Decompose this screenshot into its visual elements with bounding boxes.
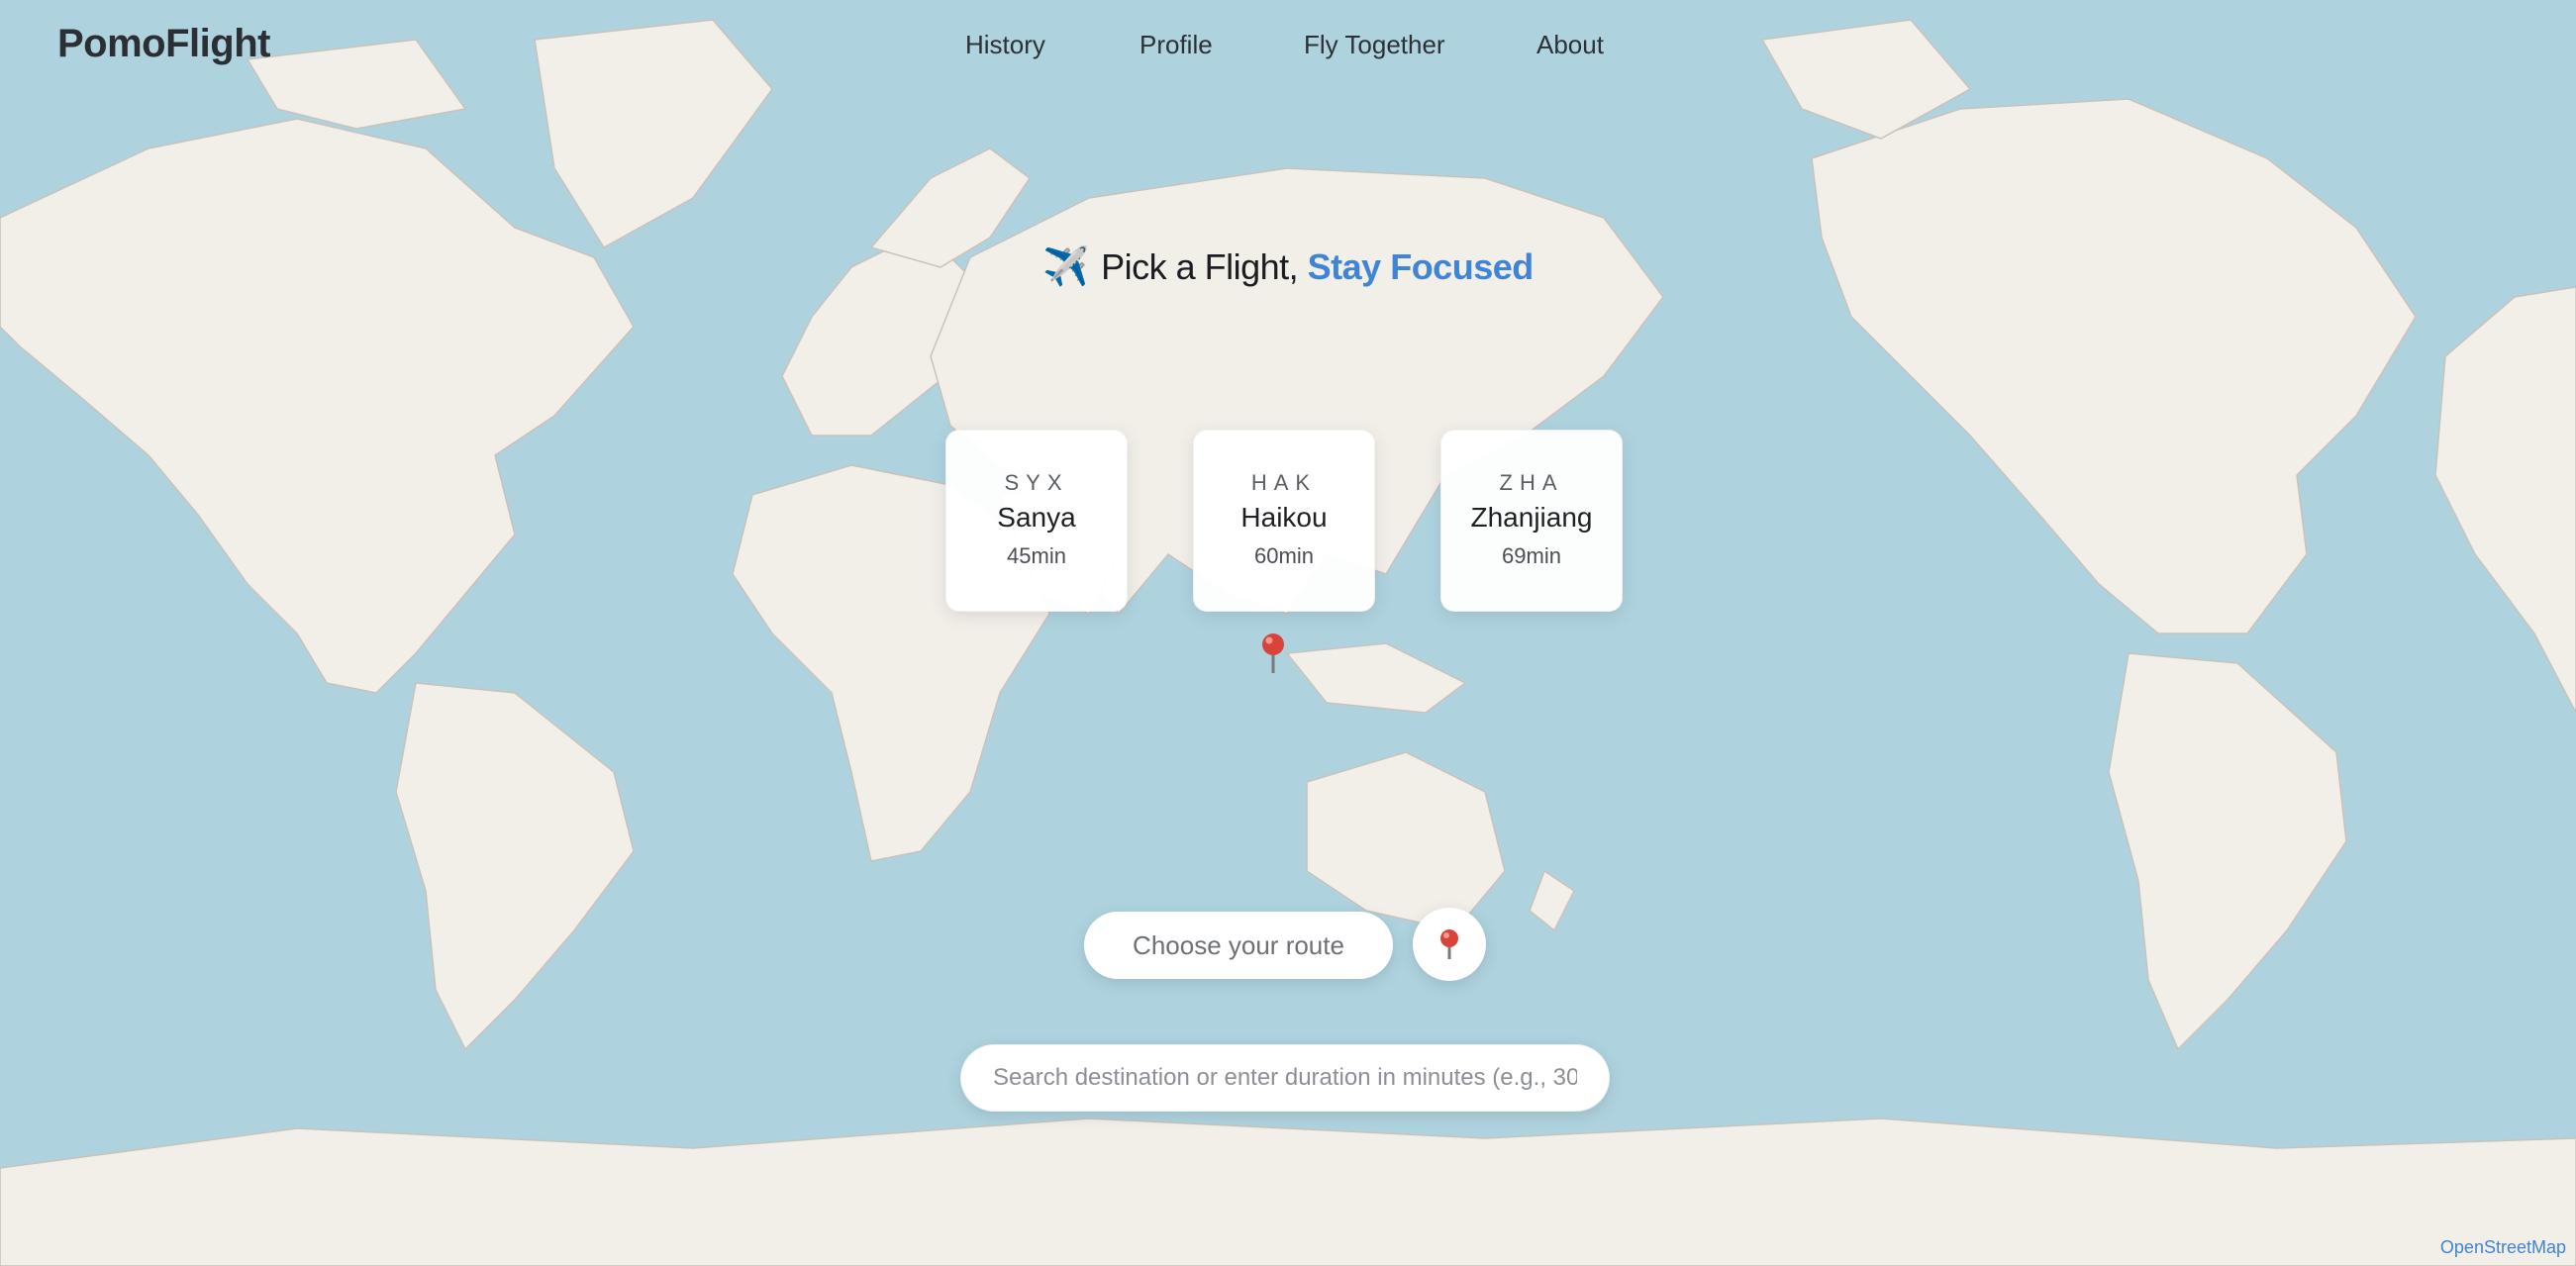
top-nav: PomoFlight History Profile Fly Together … — [0, 0, 2576, 91]
airport-code: SYX — [1004, 470, 1069, 495]
title-prefix: Pick a Flight, — [1101, 246, 1308, 287]
nav-fly-together[interactable]: Fly Together — [1304, 30, 1445, 60]
search-input[interactable] — [961, 1045, 1609, 1111]
title-accent: Stay Focused — [1307, 246, 1535, 287]
city-name: Zhanjiang — [1470, 502, 1593, 533]
city-name: Sanya — [997, 502, 1076, 533]
flight-card-syx[interactable]: SYX Sanya 45min — [945, 430, 1128, 612]
flight-duration: 69min — [1502, 543, 1561, 568]
app-logo[interactable]: PomoFlight — [57, 22, 270, 66]
nav-about[interactable]: About — [1536, 30, 1604, 60]
map-pin-icon — [1440, 929, 1458, 959]
airport-code: ZHA — [1499, 470, 1564, 495]
location-marker-icon[interactable] — [1259, 632, 1287, 675]
locate-button[interactable] — [1413, 908, 1486, 981]
choose-route-button[interactable]: Choose your route — [1084, 912, 1393, 979]
airplane-icon: ✈️ — [1042, 246, 1090, 288]
map-attribution-link[interactable]: OpenStreetMap — [2440, 1237, 2566, 1258]
search-bar — [960, 1044, 1610, 1112]
airport-code: HAK — [1250, 470, 1318, 495]
nav-history[interactable]: History — [965, 30, 1045, 60]
nav-profile[interactable]: Profile — [1139, 30, 1213, 60]
flight-duration: 45min — [1007, 543, 1066, 568]
flight-duration: 60min — [1254, 543, 1314, 568]
flight-card-hak[interactable]: HAK Haikou 60min — [1193, 430, 1375, 612]
flight-card-zha[interactable]: ZHA Zhanjiang 69min — [1440, 430, 1623, 612]
page-title: ✈️ Pick a Flight, Stay Focused — [0, 245, 2576, 289]
city-name: Haikou — [1240, 502, 1328, 533]
